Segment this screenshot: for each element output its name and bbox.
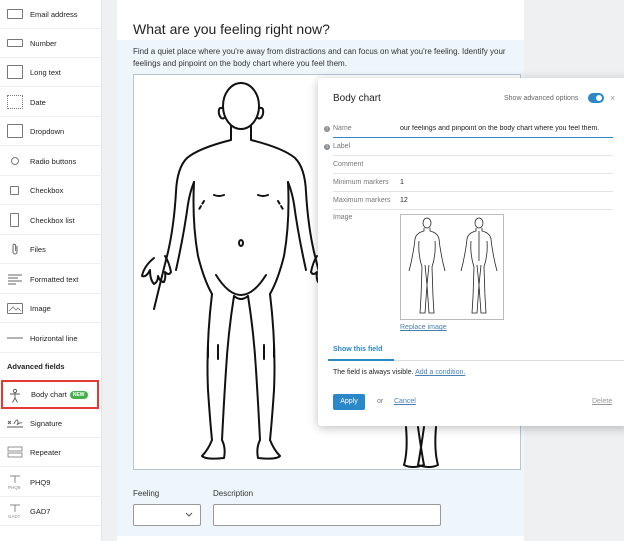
advanced-fields-heading: Advanced fields <box>7 362 65 371</box>
number-field-icon <box>7 39 23 47</box>
paperclip-icon <box>7 243 23 255</box>
name-row: Name our feelings and pinpoint on the bo… <box>333 120 613 138</box>
or-text: or <box>377 398 384 405</box>
label-row: Label <box>333 138 613 156</box>
max-markers-input[interactable]: 12 <box>400 197 408 204</box>
new-badge: NEW <box>69 390 88 399</box>
max-markers-label: Maximum markers <box>333 197 391 204</box>
body-chart-description: Find a quiet place where you're away fro… <box>133 47 506 68</box>
sidebar-item-body-chart[interactable]: Body chart NEW <box>1 380 99 409</box>
advanced-options-toggle[interactable] <box>588 93 604 103</box>
visibility-text: The field is always visible. Add a condi… <box>333 369 465 376</box>
gad7-icon: GAD7 <box>7 503 23 519</box>
phq9-icon-text: PHQ9 <box>8 485 21 490</box>
body-figure-icon <box>8 388 24 403</box>
sidebar-item-date[interactable]: Date <box>0 88 102 117</box>
sidebar-item-number[interactable]: Number <box>0 29 102 58</box>
sidebar-item-files[interactable]: Files <box>0 235 102 264</box>
label-label: Label <box>333 143 351 150</box>
comment-row: Comment <box>333 156 613 174</box>
tab-show-this-field[interactable]: Show this field <box>333 346 382 353</box>
active-tab-underline <box>328 359 394 361</box>
replace-image-link[interactable]: Replace image <box>400 324 447 331</box>
sidebar-item-formatted-text[interactable]: Formatted text <box>0 265 102 294</box>
comment-label: Comment <box>333 161 364 168</box>
feeling-select[interactable] <box>133 504 201 526</box>
radio-icon <box>11 157 19 165</box>
chevron-down-icon <box>185 510 193 520</box>
sidebar-item-long-text[interactable]: Long text <box>0 58 102 87</box>
description-input[interactable] <box>213 504 441 526</box>
sidebar-item-gad7[interactable]: GAD7 GAD7 <box>0 497 102 526</box>
envelope-icon <box>7 9 23 19</box>
sidebar-item-radio[interactable]: Radio buttons <box>0 147 102 176</box>
sidebar-item-repeater[interactable]: Repeater <box>0 438 102 467</box>
sidebar-item-checkbox[interactable]: Checkbox <box>0 176 102 205</box>
sidebar-item-horizontal-line[interactable]: Horizontal line <box>0 324 102 353</box>
name-input[interactable]: our feelings and pinpoint on the body ch… <box>400 125 612 132</box>
add-condition-link[interactable]: Add a condition. <box>415 369 465 376</box>
signature-icon <box>7 417 23 429</box>
min-markers-input[interactable]: 1 <box>400 179 404 186</box>
sidebar-item-checkbox-list[interactable]: Checkbox list <box>0 206 102 235</box>
name-label: Name <box>333 125 352 132</box>
phq9-icon: PHQ9 <box>7 474 23 490</box>
field-palette-sidebar: Email address Number Long text Date Drop… <box>0 0 102 541</box>
gad7-icon-text: GAD7 <box>8 514 21 519</box>
repeater-icon <box>7 446 23 458</box>
formatted-text-icon <box>7 273 23 285</box>
min-markers-label: Minimum markers <box>333 179 389 186</box>
dropdown-icon <box>7 124 23 138</box>
sidebar-item-image[interactable]: Image <box>0 294 102 323</box>
checkbox-icon <box>10 185 19 195</box>
body-chart-thumbnail <box>400 214 504 320</box>
max-markers-row: Maximum markers 12 <box>333 192 613 210</box>
feeling-label: Feeling <box>133 489 160 498</box>
image-label: Image <box>333 214 353 221</box>
advanced-options-label: Show advanced options <box>504 95 579 102</box>
body-chart-settings-popup: Body chart Show advanced options × i Nam… <box>318 78 624 426</box>
horizontal-line-icon <box>7 332 23 344</box>
body-chart-thumbnail-figures <box>408 217 498 314</box>
image-icon <box>7 302 23 314</box>
sidebar-item-phq9[interactable]: PHQ9 PHQ9 <box>0 468 102 497</box>
calendar-icon <box>7 95 23 109</box>
delete-link[interactable]: Delete <box>592 398 612 405</box>
min-markers-row: Minimum markers 1 <box>333 174 613 192</box>
cancel-link[interactable]: Cancel <box>394 398 416 405</box>
close-icon[interactable]: × <box>610 93 615 103</box>
visibility-message: The field is always visible. <box>333 369 414 376</box>
apply-button[interactable]: Apply <box>333 394 365 410</box>
long-text-icon <box>7 65 23 79</box>
info-icon: i <box>324 144 330 150</box>
sidebar-item-signature[interactable]: Signature <box>0 409 102 438</box>
sidebar-item-dropdown[interactable]: Dropdown <box>0 117 102 146</box>
description-label: Description <box>213 489 254 498</box>
info-icon: i <box>324 126 330 132</box>
checkbox-list-icon <box>10 213 19 227</box>
sidebar-item-email[interactable]: Email address <box>0 0 102 29</box>
page-title: What are you feeling right now? <box>133 21 330 37</box>
popup-title: Body chart <box>333 93 381 104</box>
